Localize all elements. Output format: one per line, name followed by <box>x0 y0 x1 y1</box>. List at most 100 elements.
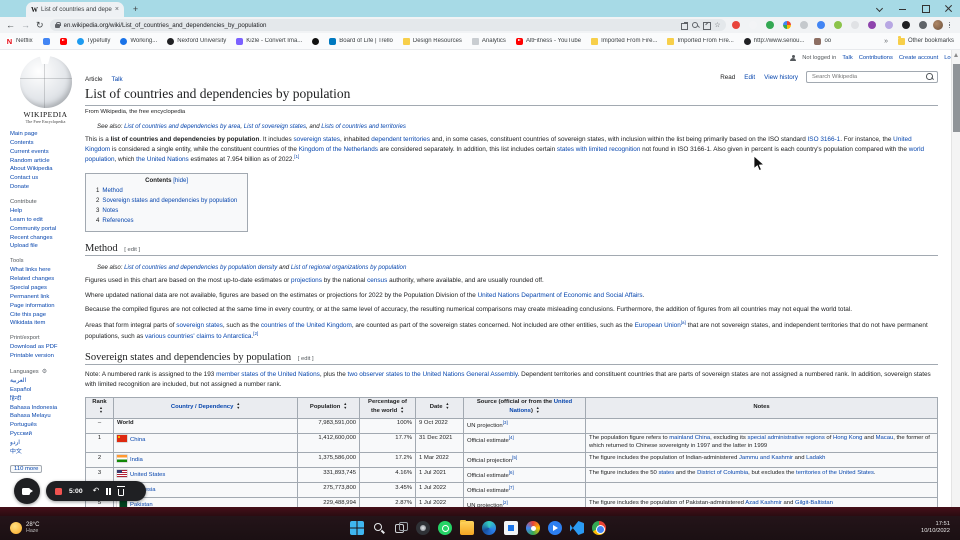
page-scrollbar[interactable] <box>951 50 960 507</box>
back-icon[interactable]: ← <box>6 20 15 30</box>
restart-recording-icon[interactable]: ↶ <box>93 487 100 495</box>
reference-link[interactable]: [3] <box>503 420 508 425</box>
extension-icon[interactable] <box>867 21 876 29</box>
share-icon[interactable] <box>681 21 689 30</box>
view-tab-view-history[interactable]: View history <box>764 74 798 81</box>
edge-icon[interactable] <box>482 521 496 535</box>
explorer-icon[interactable] <box>460 519 474 535</box>
extension-icon[interactable] <box>799 21 808 29</box>
search-icon[interactable] <box>926 73 934 81</box>
sidebar-item[interactable]: Help <box>10 207 81 216</box>
bookmark-item[interactable]: Nexford University <box>167 37 226 45</box>
reference-link[interactable]: [5] <box>512 455 517 460</box>
sidebar-item[interactable]: Random article <box>10 157 81 166</box>
sovereign-edit-link[interactable]: [ edit ] <box>298 356 314 362</box>
sidebar-item[interactable]: Donate <box>10 183 81 192</box>
bookmark-item[interactable] <box>42 37 50 45</box>
sidebar-item[interactable]: Upload file <box>10 242 81 251</box>
reference-link[interactable]: [4] <box>509 435 514 440</box>
sidebar-item[interactable]: 中文 <box>10 448 81 457</box>
reference-link[interactable]: [2] <box>503 500 508 505</box>
sidebar-item[interactable]: Bahasa Indonesia <box>10 404 81 413</box>
bookmark-item[interactable]: Analytics <box>471 37 506 45</box>
bookmark-item[interactable]: Imported From Fire... <box>667 37 734 45</box>
recorder-camera-button[interactable] <box>14 478 40 504</box>
bookmark-item[interactable]: Kizle - Convert Ima... <box>236 37 302 45</box>
sort-icon[interactable]: ▲ ▼ <box>536 406 540 414</box>
country-link[interactable]: China <box>130 437 145 443</box>
bookmark-item[interactable] <box>59 37 67 45</box>
sidebar-item[interactable]: Bahasa Melayu <box>10 412 81 421</box>
scrollbar-up-icon[interactable] <box>954 53 958 57</box>
sidebar-item[interactable]: Download as PDF <box>10 343 81 352</box>
sort-icon[interactable]: ▲ ▼ <box>343 402 347 410</box>
toc-link[interactable]: References <box>102 217 133 224</box>
extension-icon[interactable] <box>816 21 825 29</box>
recorder-icon[interactable] <box>526 521 540 535</box>
store-icon[interactable] <box>504 521 518 535</box>
new-tab-button[interactable]: + <box>130 4 141 15</box>
sidebar-item[interactable]: About Wikipedia <box>10 165 81 174</box>
browser-tab[interactable]: W List of countries and dependenc × <box>26 2 124 17</box>
reference-link[interactable]: [6] <box>509 470 514 475</box>
gear-icon[interactable]: ⚙ <box>42 368 47 375</box>
column-header[interactable]: Percentage of the world ▲ ▼ <box>359 396 416 419</box>
sort-icon[interactable]: ▲ ▼ <box>400 406 404 414</box>
column-header[interactable]: Country / Dependency ▲ ▼ <box>113 396 298 419</box>
whatsapp-icon[interactable] <box>438 521 452 535</box>
taskbar-clock[interactable]: 17:51 10/10/2022 <box>921 516 950 540</box>
sidebar-item[interactable]: Page information <box>10 302 81 311</box>
extension-icon[interactable] <box>748 21 757 29</box>
view-tab-read[interactable]: Read <box>720 74 735 81</box>
extension-icon[interactable] <box>782 21 791 29</box>
profile-avatar[interactable] <box>932 20 943 30</box>
sidebar-item[interactable]: Contents <box>10 139 81 148</box>
extension-icon[interactable] <box>765 21 774 29</box>
column-header[interactable]: Population ▲ ▼ <box>297 396 360 419</box>
pause-recording-icon[interactable] <box>106 487 112 495</box>
scrollbar-thumb[interactable] <box>953 64 960 132</box>
extension-icon[interactable] <box>850 21 859 29</box>
country-link[interactable]: United States <box>130 472 165 478</box>
column-header[interactable]: Rank ▲ ▼ <box>85 396 114 419</box>
url-text[interactable]: en.wikipedia.org/wiki/List_of_countries_… <box>64 22 678 29</box>
sidebar-item[interactable]: Recent changes <box>10 234 81 243</box>
toc-item[interactable]: 4 References <box>96 216 237 226</box>
bookmark-item[interactable] <box>312 37 320 45</box>
reference-link[interactable]: [7] <box>509 485 514 490</box>
sidebar-item[interactable]: Cite this page <box>10 311 81 320</box>
reload-icon[interactable]: ↻ <box>36 20 44 30</box>
extension-icon[interactable] <box>833 21 842 29</box>
sidebar-item[interactable]: Wikidata item <box>10 319 81 328</box>
sidebar-item[interactable]: Português <box>10 421 81 430</box>
column-header[interactable]: Source (official or from the United Nati… <box>463 396 586 419</box>
sort-icon[interactable]: ▲ ▼ <box>236 402 240 410</box>
sidebar-item[interactable]: Permanent link <box>10 293 81 302</box>
toc-link[interactable]: Method <box>102 187 122 194</box>
sidebar-item[interactable]: Contact us <box>10 174 81 183</box>
browser-menu-icon[interactable] <box>948 21 951 29</box>
maximize-icon[interactable] <box>922 5 930 13</box>
sidebar-item[interactable]: Español <box>10 386 81 395</box>
extension-icon[interactable] <box>731 21 740 29</box>
bookmark-item[interactable]: Imported From Fire... <box>591 37 657 45</box>
tab-close-icon[interactable]: × <box>115 6 119 13</box>
wikipedia-logo[interactable] <box>19 55 72 108</box>
country-link[interactable]: India <box>130 457 143 463</box>
extension-icon[interactable] <box>901 21 910 29</box>
edit-url-icon[interactable] <box>703 21 712 30</box>
languages-more-button[interactable]: 110 more <box>10 464 43 473</box>
address-bar[interactable]: en.wikipedia.org/wiki/List_of_countries_… <box>49 19 726 31</box>
sidebar-item[interactable]: Learn to edit <box>10 216 81 225</box>
sidebar-item[interactable]: Русский <box>10 430 81 439</box>
toc-link[interactable]: Sovereign states and dependencies by pop… <box>102 197 237 204</box>
media-icon[interactable] <box>548 521 562 535</box>
sidebar-item[interactable]: Main page <box>10 130 81 139</box>
method-edit-link[interactable]: [ edit ] <box>124 247 140 253</box>
namespace-tab-talk[interactable]: Talk <box>112 76 123 83</box>
sidebar-item[interactable]: Printable version <box>10 352 81 361</box>
vscode-icon[interactable] <box>570 521 584 535</box>
delete-recording-icon[interactable] <box>117 486 126 496</box>
bookmark-item[interactable]: N Netflix <box>6 37 33 45</box>
bookmark-item[interactable]: http://www.seriou... <box>743 37 804 45</box>
